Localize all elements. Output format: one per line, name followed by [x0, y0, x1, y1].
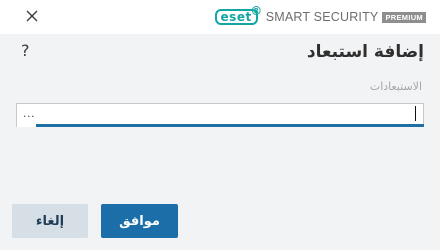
- exclusions-input-value: ...: [23, 107, 35, 120]
- ok-button[interactable]: موافق: [101, 204, 178, 238]
- edition-badge: PREMIUM: [382, 11, 426, 23]
- ok-button-label: موافق: [119, 213, 160, 229]
- close-icon: [26, 10, 38, 22]
- registered-mark: ®: [250, 4, 263, 18]
- exclusions-field-label: الاستبعادات: [369, 80, 422, 93]
- product-name: SMART SECURITY: [265, 10, 379, 24]
- brand-header: eset ® SMART SECURITY PREMIUM: [214, 5, 426, 26]
- title-bar: eset ® SMART SECURITY PREMIUM: [0, 0, 440, 34]
- close-button[interactable]: [22, 6, 42, 26]
- help-button[interactable]: ?: [21, 41, 30, 60]
- text-caret: [415, 106, 416, 121]
- input-focus-underline: [36, 124, 424, 127]
- cancel-button-label: إلغاء: [35, 213, 65, 229]
- cancel-button[interactable]: إلغاء: [12, 204, 88, 238]
- eset-logo-text: eset: [220, 10, 252, 24]
- eset-logo: eset ®: [214, 5, 262, 25]
- page-title: إضافة استبعاد: [306, 42, 424, 62]
